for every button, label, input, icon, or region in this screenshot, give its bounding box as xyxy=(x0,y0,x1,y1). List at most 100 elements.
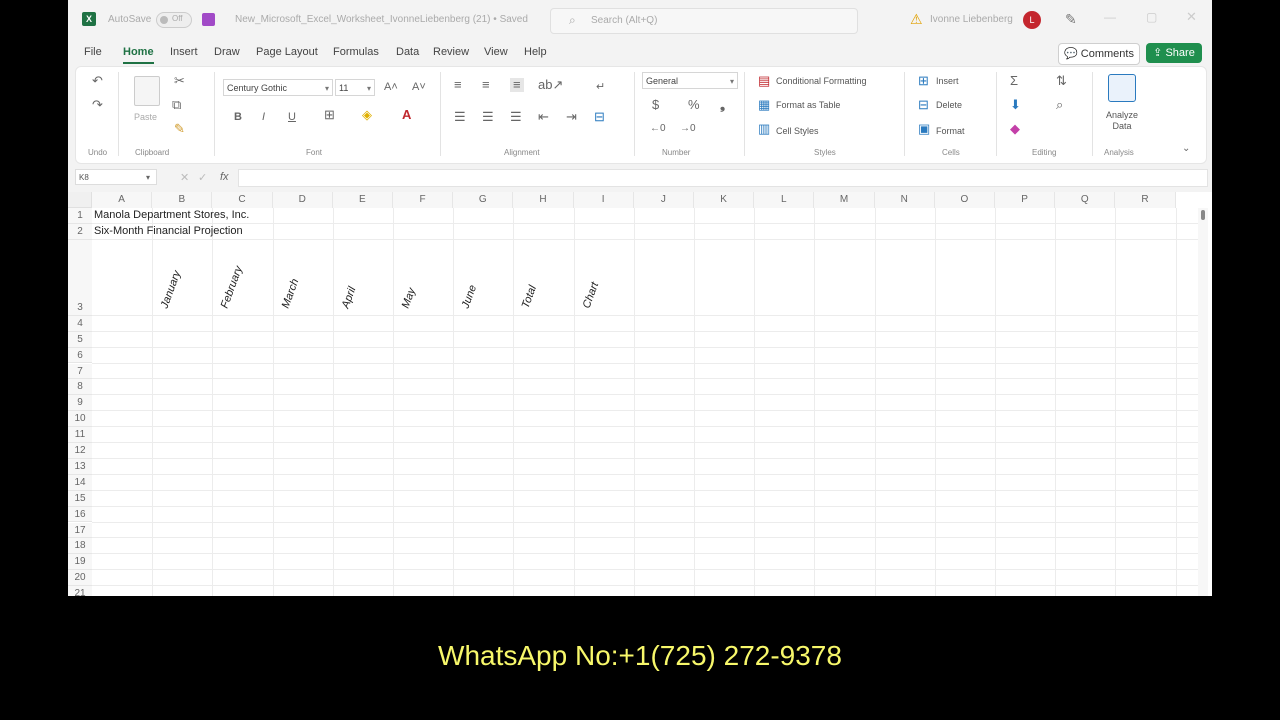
name-box-dropdown-icon[interactable]: ▾ xyxy=(146,171,150,185)
column-header-q[interactable]: Q xyxy=(1055,192,1116,208)
row-header-7[interactable]: 7 xyxy=(68,363,92,380)
formula-input[interactable] xyxy=(238,169,1208,187)
row-header-19[interactable]: 19 xyxy=(68,554,92,571)
row-header-6[interactable]: 6 xyxy=(68,347,92,364)
column-header-f[interactable]: F xyxy=(393,192,454,208)
paste-icon[interactable] xyxy=(134,76,160,106)
insert-function-icon[interactable]: fx xyxy=(220,170,229,184)
increase-decimal-icon[interactable]: ←0 xyxy=(650,122,666,136)
menu-view[interactable]: View xyxy=(484,46,508,58)
align-top-icon[interactable]: ≡ xyxy=(454,78,462,92)
menu-formulas[interactable]: Formulas xyxy=(333,46,379,58)
borders-icon[interactable]: ⊞ xyxy=(324,108,335,122)
column-header-k[interactable]: K xyxy=(694,192,755,208)
align-center-icon[interactable]: ☰ xyxy=(482,110,494,124)
wrap-text-icon[interactable]: ↵ xyxy=(596,80,605,94)
row-header-13[interactable]: 13 xyxy=(68,458,92,475)
column-header-j[interactable]: J xyxy=(633,192,694,208)
row-header-12[interactable]: 12 xyxy=(68,443,92,459)
font-color-icon[interactable]: A xyxy=(402,108,411,122)
clear-icon[interactable]: ◆ xyxy=(1010,122,1020,136)
delete-cells-button[interactable]: Delete xyxy=(936,100,962,110)
column-header-r[interactable]: R xyxy=(1115,192,1176,208)
menu-data[interactable]: Data xyxy=(396,46,419,58)
align-middle-icon[interactable]: ≡ xyxy=(482,78,490,92)
format-painter-icon[interactable]: ✎ xyxy=(174,122,185,136)
underline-icon[interactable]: U xyxy=(288,110,296,124)
orientation-icon[interactable]: ab↗ xyxy=(538,78,563,92)
row-header-18[interactable]: 18 xyxy=(68,538,92,555)
column-header-p[interactable]: P xyxy=(995,192,1056,208)
row-header-17[interactable]: 17 xyxy=(68,522,92,539)
undo-icon[interactable]: ↶ xyxy=(92,74,103,88)
pen-icon[interactable]: ✎ xyxy=(1065,11,1077,28)
find-select-icon[interactable]: ⌕ xyxy=(1056,98,1063,112)
conditional-formatting-button[interactable]: Conditional Formatting xyxy=(776,76,867,86)
decrease-decimal-icon[interactable]: →0 xyxy=(680,122,696,136)
column-header-o[interactable]: O xyxy=(934,192,995,208)
menu-review[interactable]: Review xyxy=(433,46,469,58)
row-header-20[interactable]: 20 xyxy=(68,570,92,587)
row-header-2[interactable]: 2 xyxy=(68,223,92,240)
comments-button[interactable]: 💬 Comments xyxy=(1058,43,1140,65)
scrollbar-thumb[interactable] xyxy=(1201,210,1205,220)
menu-help[interactable]: Help xyxy=(524,46,547,58)
menu-insert[interactable]: Insert xyxy=(170,46,198,58)
column-header-n[interactable]: N xyxy=(874,192,935,208)
file-title[interactable]: New_Microsoft_Excel_Worksheet_IvonneLieb… xyxy=(235,14,528,25)
autosum-icon[interactable]: Σ xyxy=(1010,74,1018,88)
format-as-table-button[interactable]: Format as Table xyxy=(776,100,840,110)
insert-cells-button[interactable]: Insert xyxy=(936,76,959,86)
increase-indent-icon[interactable]: ⇥ xyxy=(566,110,577,124)
fill-icon[interactable]: ⬇ xyxy=(1010,98,1021,112)
column-header-m[interactable]: M xyxy=(814,192,875,208)
percent-icon[interactable]: % xyxy=(688,98,700,112)
column-header-d[interactable]: D xyxy=(272,192,333,208)
column-header-g[interactable]: G xyxy=(453,192,514,208)
fill-color-icon[interactable]: ◈ xyxy=(362,108,372,122)
merge-center-icon[interactable]: ⊟ xyxy=(594,110,605,124)
column-header-e[interactable]: E xyxy=(332,192,393,208)
comma-icon[interactable]: ❟ xyxy=(720,98,725,112)
currency-icon[interactable]: $ xyxy=(652,98,659,112)
row-header-21[interactable]: 21 xyxy=(68,586,92,596)
menu-file[interactable]: File xyxy=(84,46,102,58)
increase-font-icon[interactable]: A˄ xyxy=(384,80,398,94)
user-name[interactable]: Ivonne Liebenberg xyxy=(930,14,1013,25)
format-cells-button[interactable]: Format xyxy=(936,126,965,136)
column-header-h[interactable]: H xyxy=(513,192,574,208)
redo-icon[interactable]: ↷ xyxy=(92,98,103,112)
decrease-font-icon[interactable]: A˅ xyxy=(412,80,426,94)
menu-draw[interactable]: Draw xyxy=(214,46,240,58)
search-box[interactable]: ⌕ Search (Alt+Q) xyxy=(550,8,858,34)
row-header-1[interactable]: 1 xyxy=(68,208,92,224)
confirm-entry-icon[interactable]: ✓ xyxy=(198,171,207,185)
number-format-dropdown[interactable]: General xyxy=(642,72,738,90)
name-box[interactable]: K8 xyxy=(75,169,157,185)
align-right-icon[interactable]: ☰ xyxy=(510,110,522,124)
column-header-l[interactable]: L xyxy=(754,192,815,208)
row-header-15[interactable]: 15 xyxy=(68,490,92,507)
share-button[interactable]: ⇪ Share xyxy=(1146,43,1202,63)
menu-home[interactable]: Home xyxy=(123,46,154,64)
row-header-9[interactable]: 9 xyxy=(68,395,92,412)
select-all-corner[interactable] xyxy=(68,192,92,208)
cancel-entry-icon[interactable]: ✕ xyxy=(180,171,189,185)
autosave-toggle[interactable]: Off xyxy=(156,12,192,28)
align-bottom-icon[interactable]: ≡ xyxy=(510,78,524,92)
column-header-b[interactable]: B xyxy=(152,192,213,208)
sort-filter-icon[interactable]: ⇅ xyxy=(1056,74,1067,88)
align-left-icon[interactable]: ☰ xyxy=(454,110,466,124)
row-header-3[interactable]: 3 xyxy=(68,239,92,316)
vertical-scrollbar[interactable] xyxy=(1198,208,1208,596)
avatar[interactable]: L xyxy=(1023,11,1041,29)
cell-styles-button[interactable]: Cell Styles xyxy=(776,126,819,136)
save-icon[interactable] xyxy=(202,13,215,26)
restore-icon[interactable]: ▢ xyxy=(1146,10,1157,24)
row-header-16[interactable]: 16 xyxy=(68,506,92,523)
column-header-a[interactable]: A xyxy=(92,192,153,208)
copy-icon[interactable]: ⧉ xyxy=(172,98,181,112)
row-header-8[interactable]: 8 xyxy=(68,379,92,396)
decrease-indent-icon[interactable]: ⇤ xyxy=(538,110,549,124)
italic-icon[interactable]: I xyxy=(262,110,265,124)
